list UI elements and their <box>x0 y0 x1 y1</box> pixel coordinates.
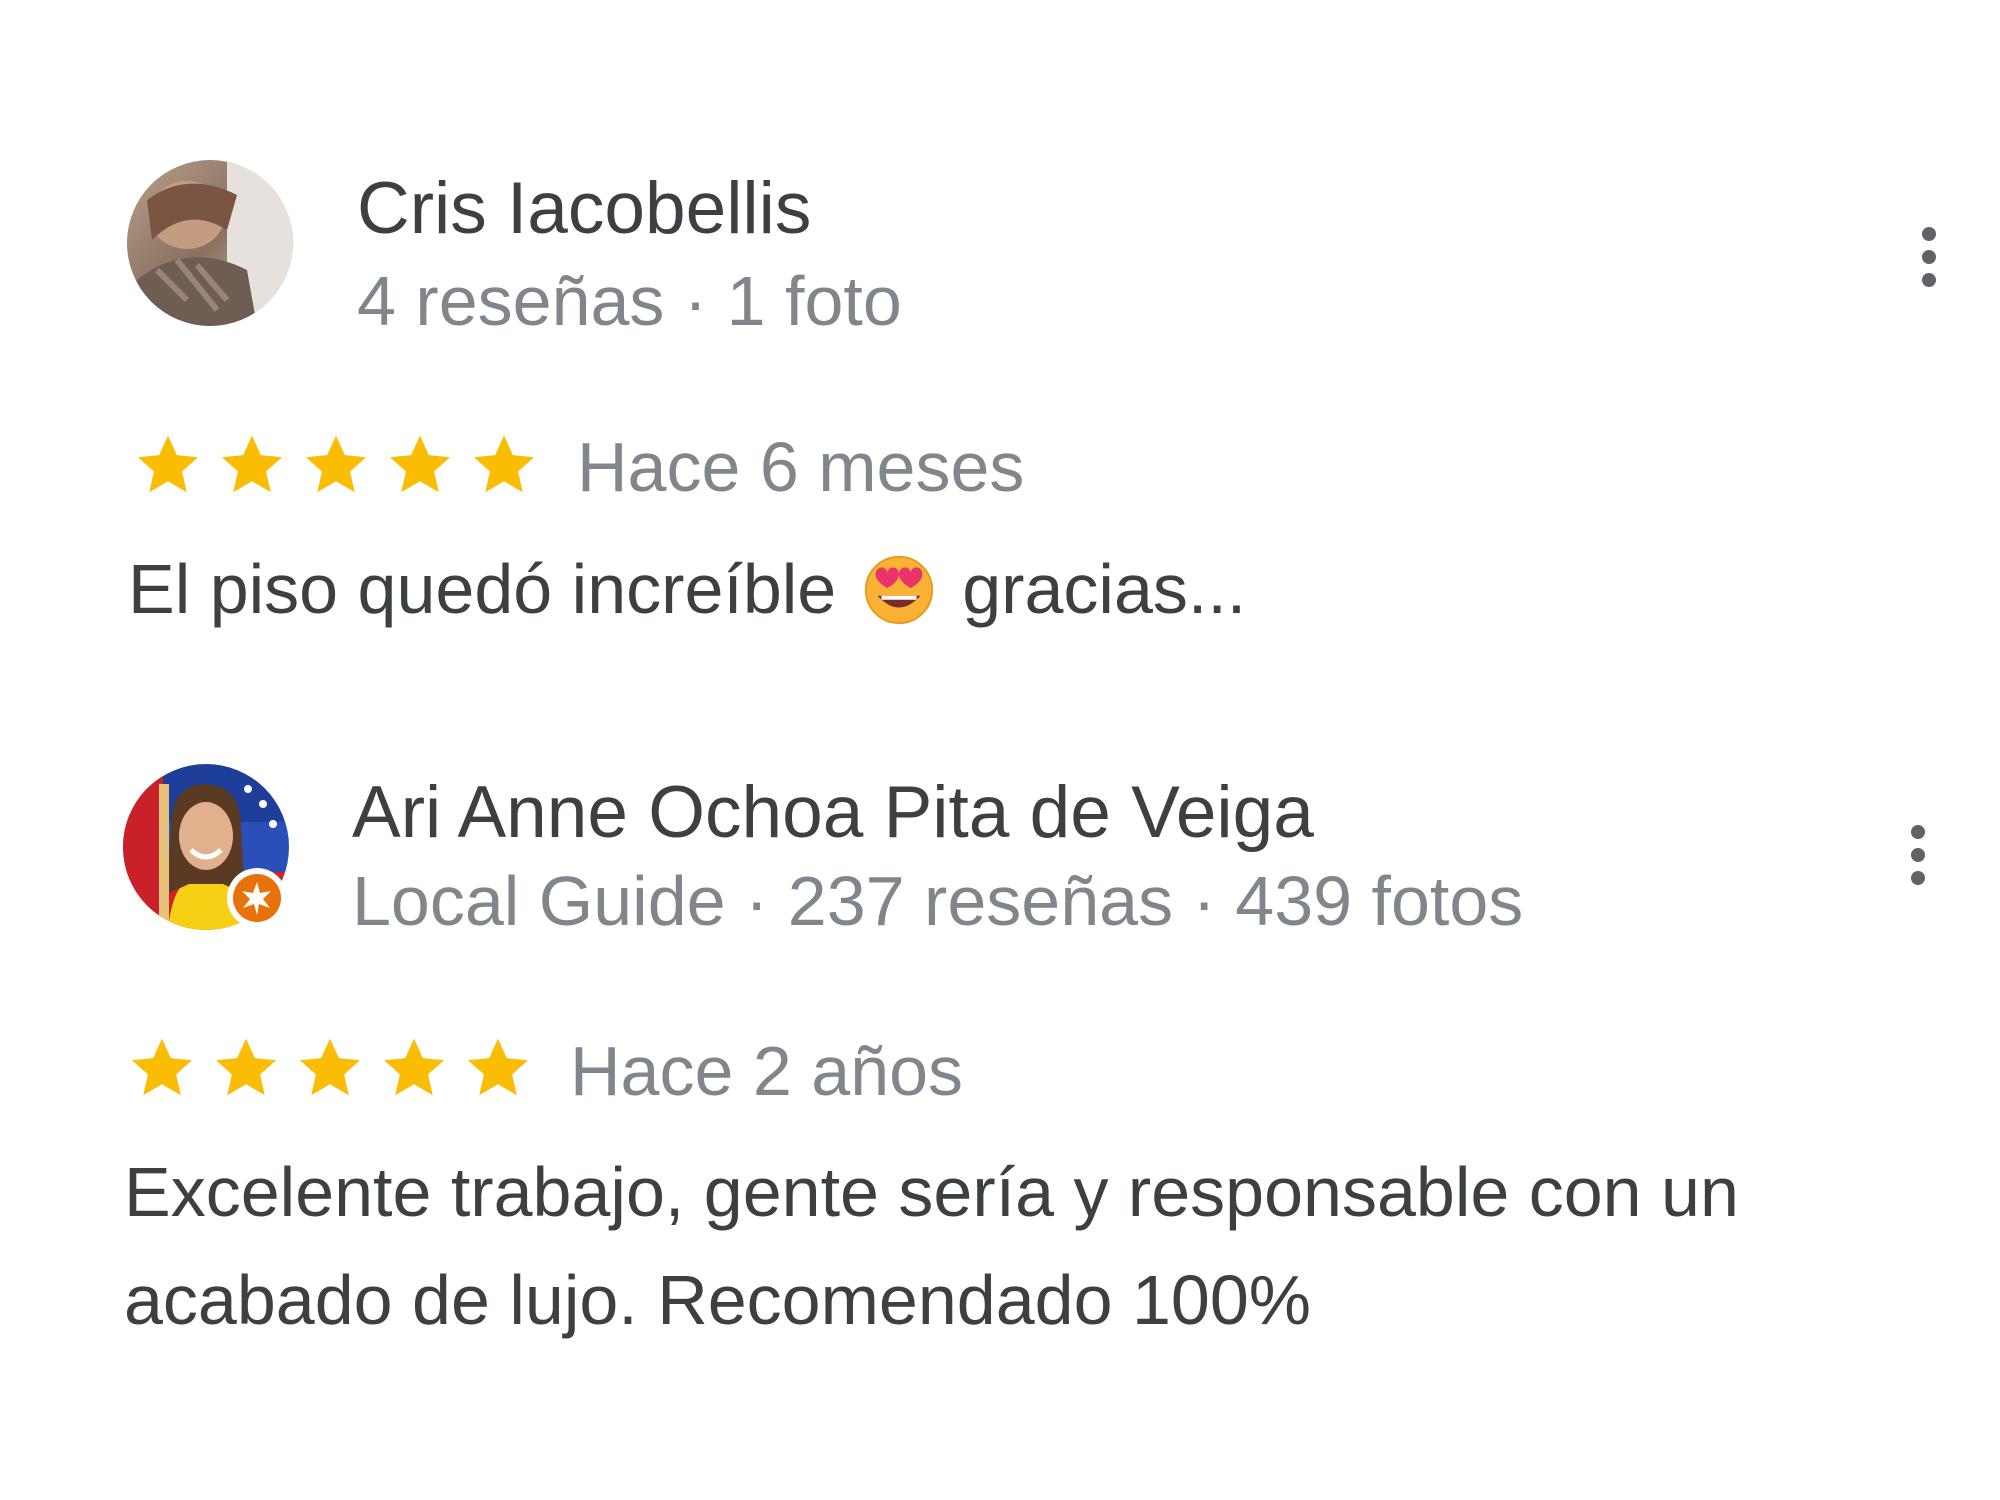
star-rating <box>132 429 552 501</box>
review-text: Excelente trabajo, gente sería y respons… <box>124 1138 1904 1354</box>
star-rating <box>126 1032 546 1104</box>
star-icon <box>216 1038 276 1096</box>
reviewer-name[interactable]: Ari Anne Ochoa Pita de Veiga <box>352 776 1314 849</box>
review-date: Hace 2 años <box>570 1032 964 1110</box>
star-icon <box>132 1038 192 1096</box>
star-icon <box>138 435 198 493</box>
reviewer-name[interactable]: Cris Iacobellis <box>357 172 811 245</box>
review-card: Cris Iacobellis 4 reseñas · 1 foto Hace … <box>0 0 2000 700</box>
more-vert-icon <box>1911 825 1925 839</box>
reviewer-avatar[interactable] <box>127 160 293 326</box>
review-date: Hace 6 meses <box>577 428 1025 506</box>
more-options-button[interactable] <box>1888 810 1948 900</box>
star-icon <box>390 435 450 493</box>
review-text-line: Excelente trabajo, gente sería y respons… <box>124 1153 1739 1231</box>
review-text-part: El piso quedó increíble <box>128 550 837 628</box>
star-icon <box>300 1038 360 1096</box>
review-text-line: acabado de lujo. Recomendado 100% <box>124 1261 1311 1339</box>
star-icon <box>468 1038 528 1096</box>
star-icon <box>306 435 366 493</box>
reviewer-stats[interactable]: 4 reseñas · 1 foto <box>357 266 902 336</box>
reviewer-avatar[interactable] <box>123 764 289 930</box>
more-vert-icon <box>1922 227 1936 241</box>
heart-eyes-emoji-icon <box>865 555 934 624</box>
review-text: El piso quedó increíble gracias... <box>128 535 1908 643</box>
star-icon <box>222 435 282 493</box>
star-icon <box>384 1038 444 1096</box>
star-icon <box>474 435 534 493</box>
reviewer-stats[interactable]: Local Guide · 237 reseñas · 439 fotos <box>352 866 1523 936</box>
review-card: Ari Anne Ochoa Pita de Veiga Local Guide… <box>0 700 2000 1400</box>
more-options-button[interactable] <box>1899 212 1959 302</box>
review-text-part: gracias... <box>962 550 1247 628</box>
